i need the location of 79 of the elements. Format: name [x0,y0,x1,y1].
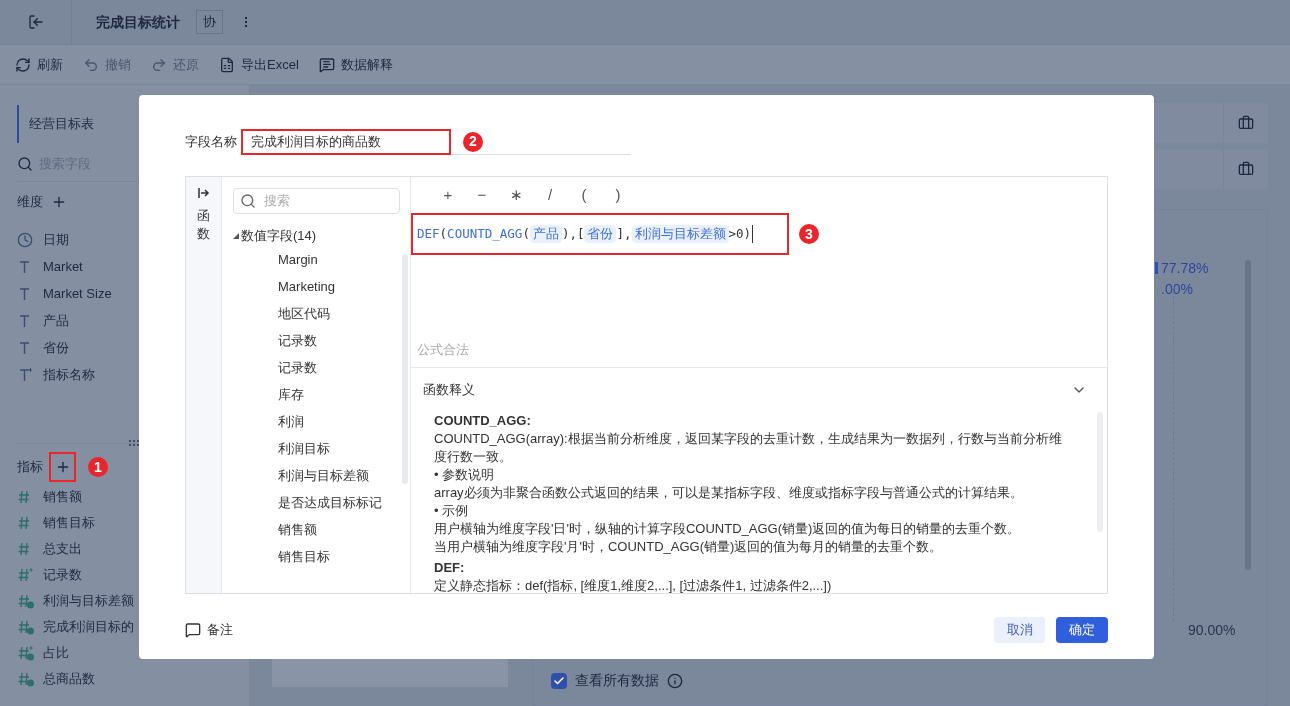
text-calc-icon [17,366,33,383]
validation-status: 公式合法 [417,340,469,359]
help-text: • 示例 [434,502,470,520]
spreadsheet-icon [219,56,235,73]
field-item[interactable]: 地区代码 [278,300,400,327]
name-input[interactable]: 完成利润目标的商品数 [243,131,449,152]
operator-button[interactable]: ∗ [499,183,533,207]
help-text: array必须为非聚合函数公式返回的结果，可以是某指标字段、维度或指标字段与普通公式的计算结果。 [434,484,1024,502]
field-item[interactable]: 销售额 [278,516,400,543]
report-title: 完成目标统计 [96,12,180,32]
field-item[interactable]: Margin [278,246,400,273]
side-tab[interactable]: 函数 [186,177,222,593]
tree-group[interactable]: 数值字段(14) [233,226,400,246]
confirm-button[interactable]: 确定 [1056,617,1108,643]
help-text: • 参数说明 [434,466,496,484]
function-name: COUNTD_AGG: [434,412,532,430]
check-icon [553,674,565,687]
operator-button[interactable]: − [465,183,499,207]
info-icon[interactable] [667,672,683,689]
operator-button[interactable]: + [431,183,465,207]
search-icon [240,193,256,209]
value-label: .00% [1161,280,1194,299]
axis-label: 90.00% [1188,621,1236,640]
field-label: 字段名称 [185,133,237,152]
field-item[interactable]: 利润目标 [278,435,400,462]
step-badge: 3 [799,224,819,244]
note-icon [185,622,201,638]
search-icon [17,155,33,172]
field-item[interactable]: 库存 [278,381,400,408]
resize-handle-icon[interactable] [129,440,139,446]
expand-icon [197,187,210,199]
help-header[interactable]: 函数释义 [411,368,1107,412]
formula-field-icon [17,619,35,635]
step-badge: 1 [88,457,108,477]
value-bar [1155,262,1158,274]
help-text: COUNTD_AGG(array):根据当前分析维度，返回某字段的去重计数，生成结果为一数据列，行数与当前分析维度行数一致。 [434,430,1063,466]
operator-button[interactable]: ) [601,183,635,207]
chart-comment-icon [318,56,335,73]
field-item[interactable]: Marketing [278,273,400,300]
add-icon[interactable] [51,194,67,210]
undo-icon [83,56,99,73]
section-title: 指标 [17,458,43,477]
refresh-icon [15,56,31,73]
measure-item[interactable]: 总商品数 [17,666,249,692]
redo-icon [151,56,167,73]
operator-button[interactable]: / [533,183,567,207]
checkbox-label: 查看所有数据 [575,671,659,690]
clock-icon [17,231,33,248]
field-item[interactable]: 销售目标 [278,543,400,570]
value-label: 77.78% [1161,259,1209,278]
measure-item[interactable]: 占比 [17,640,249,666]
toolbox-icon[interactable] [1238,161,1254,177]
toolbar-button[interactable]: 刷新 [15,54,63,75]
checkbox[interactable] [551,672,567,689]
number-field-icon [17,567,35,583]
field-item[interactable]: 利润与目标差额 [278,462,400,489]
formula-field-icon [17,645,35,661]
field-item[interactable]: 利润 [278,408,400,435]
function-name: DEF: [434,559,466,577]
cancel-button[interactable]: 取消 [994,617,1045,643]
field-item[interactable]: 是否达成目标标记 [278,489,400,516]
formula-field-icon [17,593,35,609]
step-badge: 2 [463,131,483,152]
exit-icon[interactable] [27,14,44,30]
note-button[interactable]: 备注 [185,620,233,640]
table-selector[interactable]: 经营目标表 [17,105,137,143]
section-title: 维度 [17,193,43,212]
toolbar-button[interactable]: 导出Excel [219,54,299,75]
collab-badge: 协 [196,10,223,34]
field-item[interactable]: 记录数 [278,327,400,354]
toolbox-icon[interactable] [1238,115,1254,131]
formula-field-icon [17,671,35,687]
help-text: 用户横轴为维度字段'日'时，纵轴的计算字段COUNTD_AGG(销量)返回的值为每日的销量的去重个数。 [434,520,1022,538]
help-text: 当用户横轴为维度字段'月'时，COUNTD_AGG(销量)返回的值为每月的销量的去重个数。 [434,538,944,556]
formula-editor[interactable]: DEF(COUNTD_AGG( 产品 ),[ 省份 ], 利润与目标差额 >0) [417,224,754,244]
operator-button[interactable]: ( [567,183,601,207]
toolbar-button[interactable]: 数据解释 [318,54,393,75]
help-text: 定义静态指标：def(指标, [维度1,维度2,...], [过滤条件1, 过滤条件2,...]) [434,577,833,593]
field-item[interactable]: 记录数 [278,354,400,381]
